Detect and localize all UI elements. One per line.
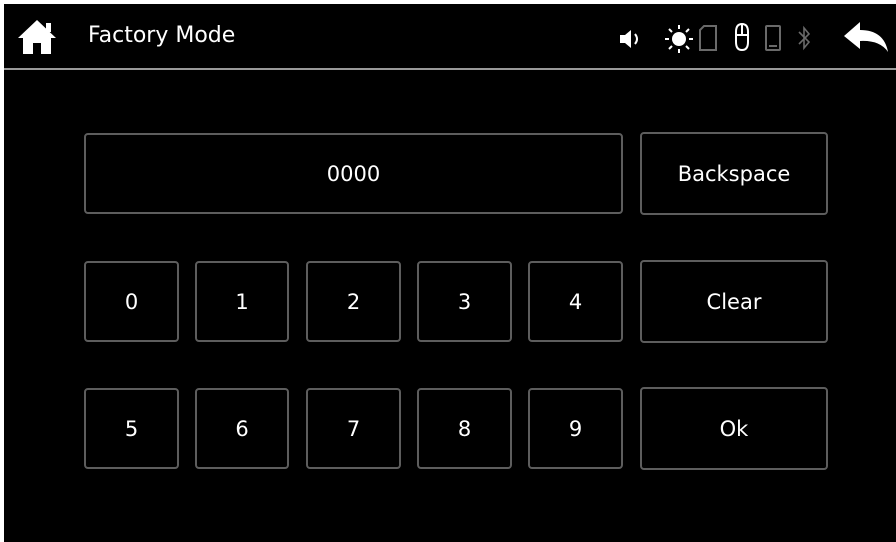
usb-mouse-icon <box>735 22 749 52</box>
digit-9-button[interactable]: 9 <box>528 388 623 469</box>
title-divider <box>4 68 896 70</box>
digit-5-button[interactable]: 5 <box>84 388 179 469</box>
back-arrow-icon[interactable] <box>840 18 890 56</box>
digit-7-button[interactable]: 7 <box>306 388 401 469</box>
brightness-icon <box>665 25 693 53</box>
digit-8-button[interactable]: 8 <box>417 388 512 469</box>
digit-6-button[interactable]: 6 <box>195 388 289 469</box>
digit-0-button[interactable]: 0 <box>84 261 179 342</box>
sd-card-icon <box>699 25 717 51</box>
ok-button[interactable]: Ok <box>640 387 828 470</box>
digit-4-button[interactable]: 4 <box>528 261 623 342</box>
factory-mode-screen: Factory Mode 0000 Backspace 0 1 2 3 4 Cl… <box>4 4 896 542</box>
digit-1-button[interactable]: 1 <box>195 261 289 342</box>
clear-button[interactable]: Clear <box>640 260 828 343</box>
volume-icon <box>620 30 638 48</box>
title-bar: Factory Mode <box>4 4 896 68</box>
home-icon[interactable] <box>16 18 58 56</box>
backspace-button[interactable]: Backspace <box>640 132 828 215</box>
code-display: 0000 <box>84 133 623 214</box>
digit-3-button[interactable]: 3 <box>417 261 512 342</box>
bluetooth-icon <box>798 25 811 51</box>
page-title: Factory Mode <box>88 23 236 48</box>
digit-2-button[interactable]: 2 <box>306 261 401 342</box>
phone-icon <box>765 25 781 51</box>
